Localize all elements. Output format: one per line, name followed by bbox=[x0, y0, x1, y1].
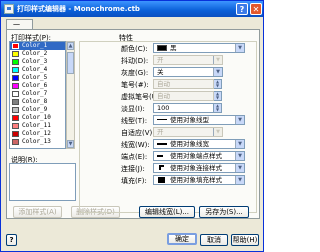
line-end-select[interactable]: 使用对象端点样式 ▼ bbox=[153, 151, 245, 161]
line-end-label: 端点(E): bbox=[121, 153, 148, 161]
color-swatch-icon bbox=[12, 99, 19, 105]
color-swatch-icon bbox=[12, 131, 19, 137]
edit-lineweights-button[interactable]: 编辑线宽(L)... bbox=[139, 206, 195, 218]
color-swatch-icon bbox=[12, 51, 19, 57]
scroll-down-icon[interactable]: ▼ bbox=[67, 140, 74, 148]
list-item[interactable]: Color_8 bbox=[10, 98, 65, 106]
line-join-label: 连接(J): bbox=[121, 165, 145, 173]
color-swatch-icon bbox=[12, 115, 19, 121]
list-item[interactable]: Color_3 bbox=[10, 58, 65, 66]
list-item[interactable]: Color_5 bbox=[10, 74, 65, 82]
list-item[interactable]: Color_1 bbox=[10, 42, 65, 50]
fill-select[interactable]: 使用对象填充样式 ▼ bbox=[153, 175, 245, 185]
color-swatch-icon bbox=[12, 67, 19, 73]
screening-field[interactable]: 100 bbox=[153, 103, 214, 113]
virtual-pen-spinner[interactable]: ▲ ▼ bbox=[214, 91, 222, 101]
chevron-down-icon: ▼ bbox=[235, 44, 244, 52]
color-swatch-icon bbox=[12, 75, 19, 81]
line-join-select[interactable]: 使用对象连接样式 ▼ bbox=[153, 163, 245, 173]
save-as-button[interactable]: 另存为(S)... bbox=[199, 206, 249, 218]
color-swatch-icon bbox=[12, 91, 19, 97]
ok-button[interactable]: 确定 bbox=[167, 233, 197, 245]
lineweight-icon bbox=[157, 141, 167, 147]
description-field[interactable] bbox=[9, 163, 76, 201]
line-join-icon bbox=[157, 165, 167, 171]
cancel-button[interactable]: 取消 bbox=[200, 234, 228, 246]
list-item[interactable]: Color_12 bbox=[10, 130, 65, 138]
fill-icon bbox=[157, 177, 167, 183]
app-icon bbox=[4, 4, 14, 14]
screening-spinner[interactable]: ▲ ▼ bbox=[214, 103, 222, 113]
window-title: 打印样式编辑器 - Monochrome.ctb bbox=[17, 5, 140, 13]
close-button[interactable]: ✕ bbox=[250, 3, 262, 15]
styles-list-scrollbar[interactable]: ▲ ▼ bbox=[66, 41, 75, 149]
chevron-down-icon: ▼ bbox=[235, 164, 244, 172]
list-item[interactable]: Color_9 bbox=[10, 106, 65, 114]
linetype-select[interactable]: 使用对象线型 ▼ bbox=[153, 115, 245, 125]
chevron-down-icon: ▼ bbox=[213, 56, 222, 64]
line-icon bbox=[157, 117, 167, 123]
virtual-pen-field[interactable]: 自动 bbox=[153, 91, 214, 101]
chevron-down-icon: ▼ bbox=[213, 128, 222, 136]
lineweight-label: 线宽(W): bbox=[121, 141, 150, 149]
scroll-thumb[interactable] bbox=[67, 52, 74, 74]
color-swatch-icon bbox=[12, 83, 19, 89]
scroll-up-icon[interactable]: ▲ bbox=[67, 42, 74, 50]
adaptive-select[interactable]: 开 ▼ bbox=[153, 127, 223, 137]
color-swatch-icon bbox=[12, 107, 19, 113]
dither-select[interactable]: 开 ▼ bbox=[153, 55, 223, 65]
color-swatch-icon bbox=[12, 139, 19, 145]
list-item[interactable]: Color_7 bbox=[10, 90, 65, 98]
help-title-button[interactable]: ? bbox=[236, 3, 248, 15]
chevron-down-icon: ▼ bbox=[235, 140, 244, 148]
black-swatch-icon bbox=[157, 45, 167, 51]
list-item[interactable]: Color_10 bbox=[10, 114, 65, 122]
properties-group-label: 特性 bbox=[119, 34, 133, 42]
pen-number-spinner[interactable]: ▲ ▼ bbox=[214, 79, 222, 89]
lineweight-select[interactable]: 使用对象线宽 ▼ bbox=[153, 139, 245, 149]
add-style-button[interactable]: 添加样式(A) bbox=[13, 206, 62, 218]
color-swatch-icon bbox=[12, 123, 19, 129]
list-item[interactable]: Color_2 bbox=[10, 50, 65, 58]
title-bar[interactable]: 打印样式编辑器 - Monochrome.ctb ? ✕ bbox=[1, 1, 263, 17]
adaptive-label: 自适应(V): bbox=[121, 129, 155, 137]
help-icon[interactable]: ? bbox=[6, 234, 17, 246]
chevron-down-icon: ▼ bbox=[235, 176, 244, 184]
styles-list[interactable]: Color_1 Color_2 Color_3 Color_4 Color_5 … bbox=[9, 41, 66, 149]
chevron-down-icon: ▼ bbox=[235, 152, 244, 160]
grayscale-select[interactable]: 关 ▼ bbox=[153, 67, 223, 77]
color-select[interactable]: 黑 ▼ bbox=[153, 43, 245, 53]
line-end-icon bbox=[157, 153, 167, 159]
print-style-editor-window: 打印样式编辑器 - Monochrome.ctb ? ✕ 一般 属性 打印样式(… bbox=[0, 0, 264, 252]
pen-number-field[interactable]: 自动 bbox=[153, 79, 214, 89]
color-swatch-icon bbox=[12, 59, 19, 65]
list-item[interactable]: Color_11 bbox=[10, 122, 65, 130]
chevron-down-icon: ▼ bbox=[213, 68, 222, 76]
grayscale-label: 灰度(G): bbox=[121, 69, 149, 77]
color-label: 颜色(C): bbox=[121, 45, 148, 53]
list-item[interactable]: Color_13 bbox=[10, 138, 65, 146]
chevron-down-icon: ▼ bbox=[235, 116, 244, 124]
pen-label: 笔号(#): bbox=[121, 81, 149, 89]
list-item[interactable]: Color_4 bbox=[10, 66, 65, 74]
fill-label: 填充(F): bbox=[121, 177, 147, 185]
screening-label: 淡显(I): bbox=[121, 105, 145, 113]
linetype-label: 线型(T): bbox=[121, 117, 148, 125]
list-item[interactable]: Color_6 bbox=[10, 82, 65, 90]
dither-label: 抖动(D): bbox=[121, 57, 149, 65]
color-swatch-icon bbox=[12, 43, 19, 49]
help-button[interactable]: 帮助(H) bbox=[231, 234, 259, 246]
